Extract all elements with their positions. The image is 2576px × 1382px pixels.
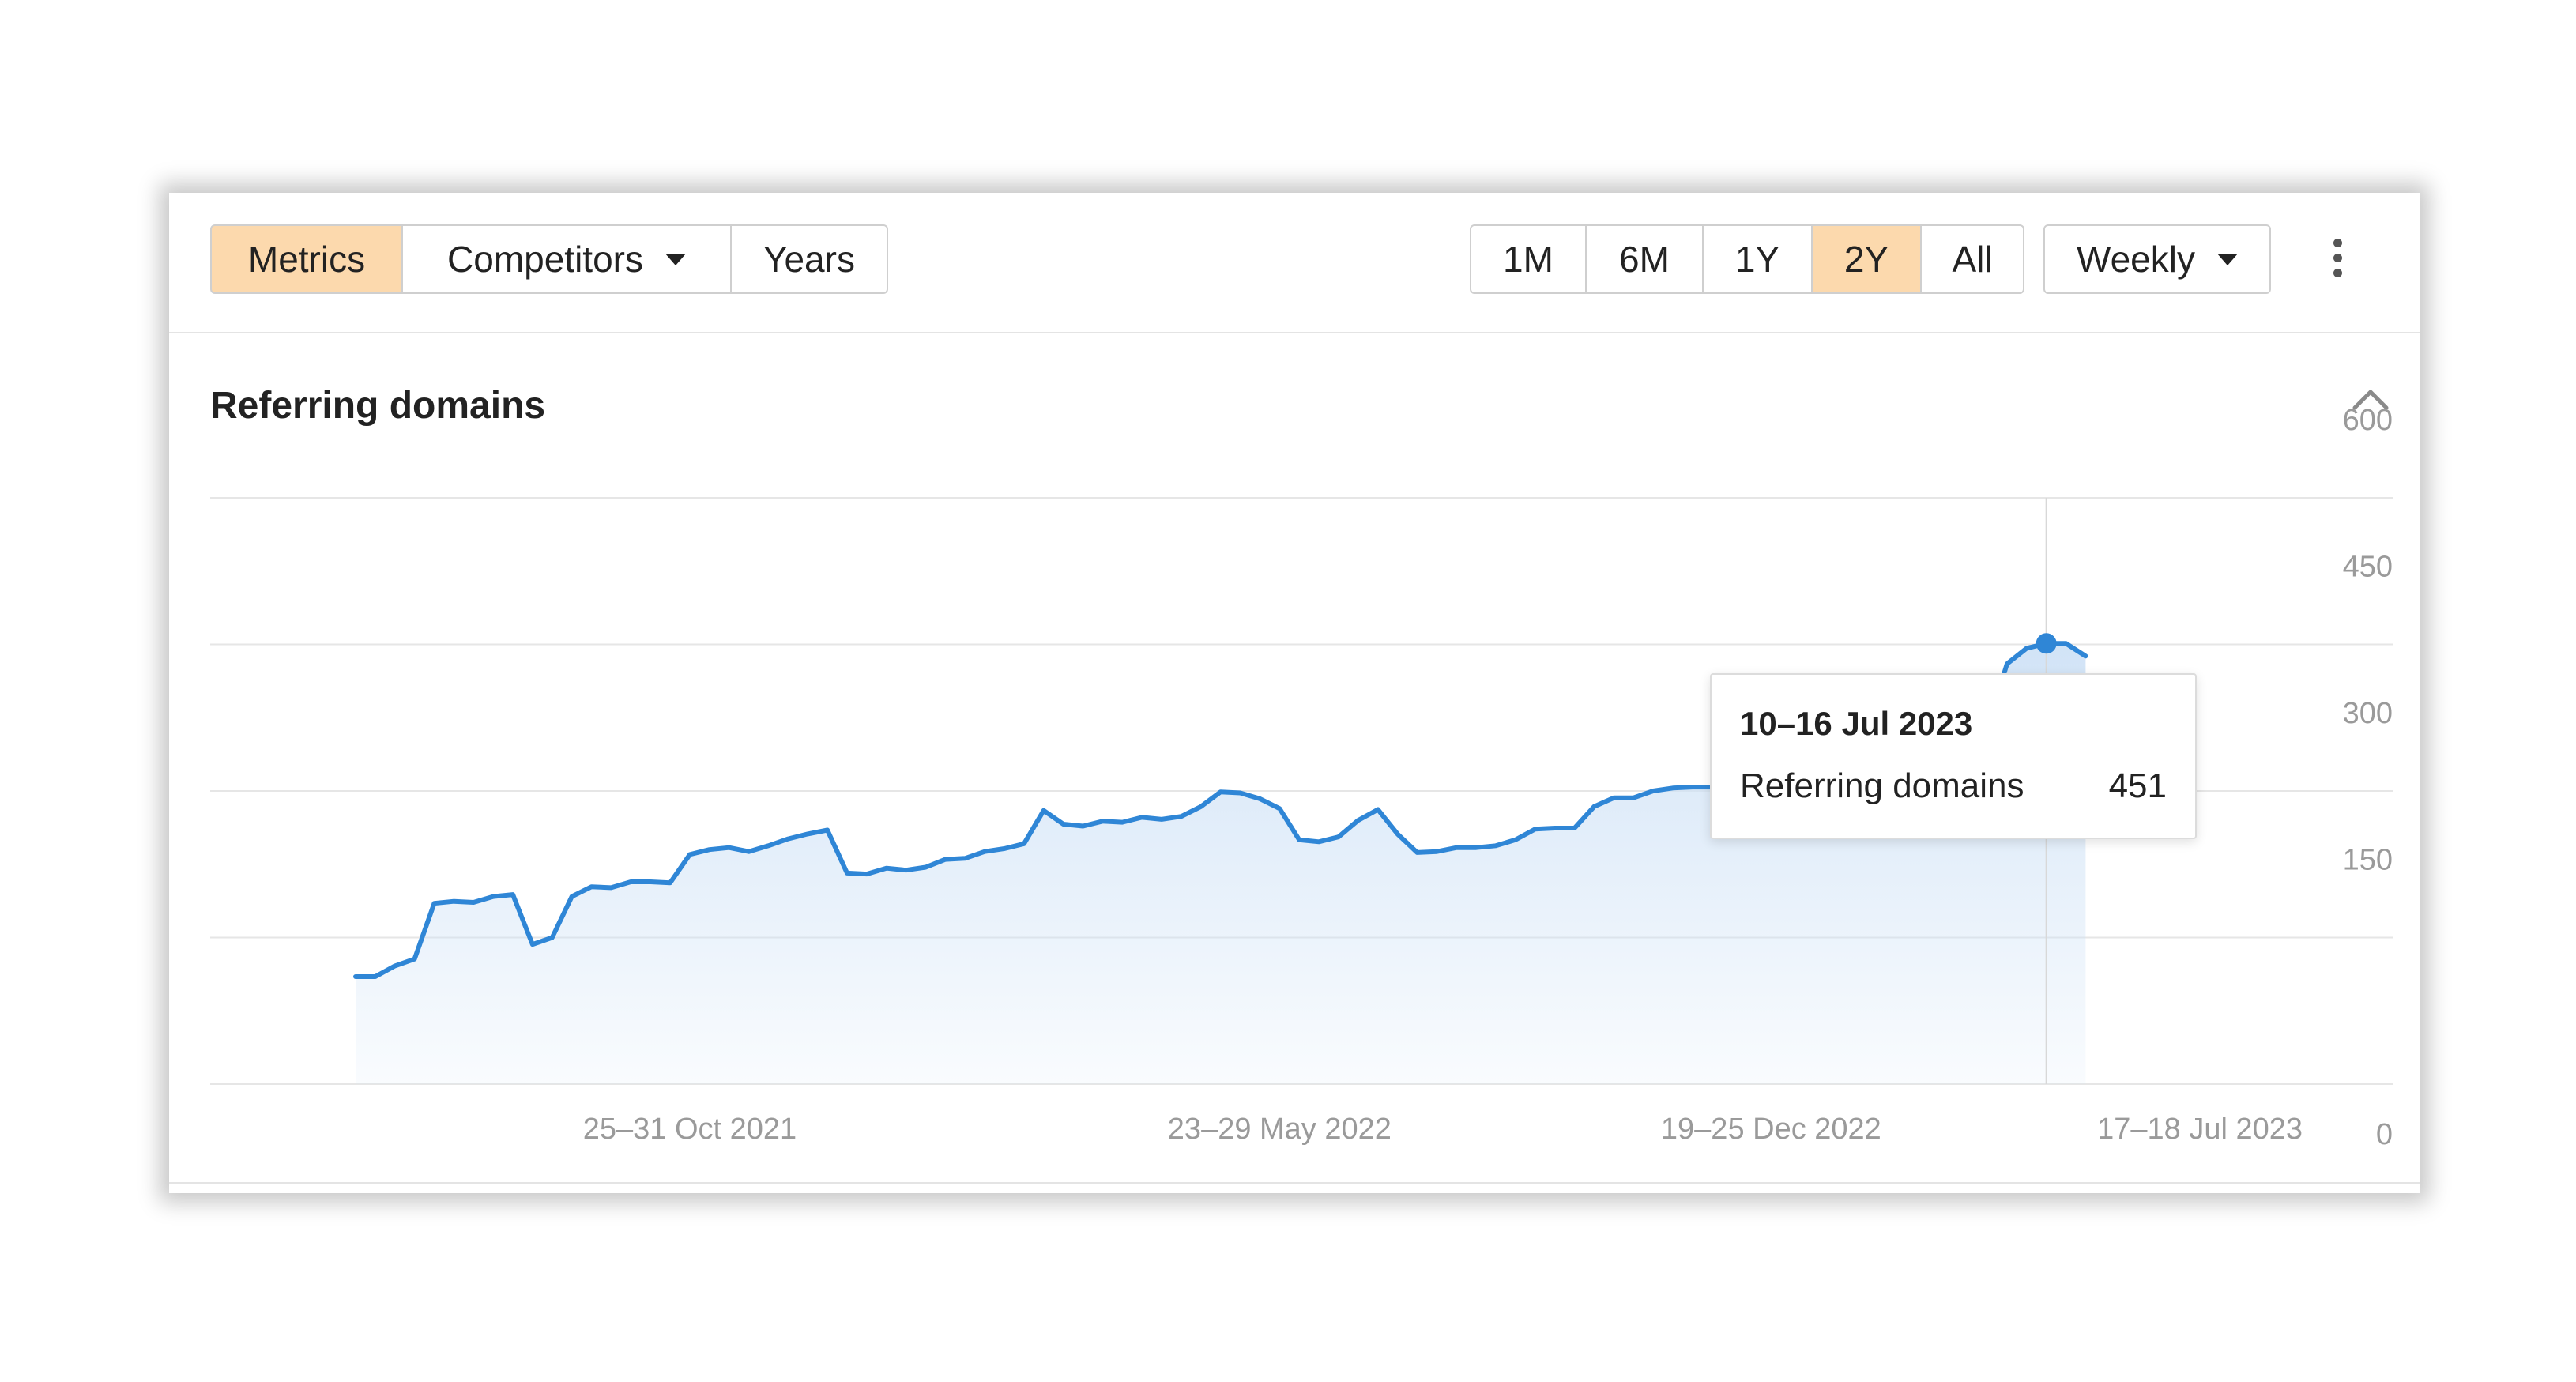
- referring-domains-card: Metrics Competitors Years 1M 6M 1Y 2Y Al…: [169, 193, 2420, 1193]
- x-tick-label: 19–25 Dec 2022: [1661, 1113, 1881, 1146]
- x-tick-label: 17–18 Jul 2023: [2097, 1113, 2303, 1146]
- x-tick-label: 23–29 May 2022: [1168, 1113, 1392, 1146]
- y-tick-label: 300: [2343, 697, 2393, 730]
- tooltip-date: 10–16 Jul 2023: [1740, 705, 1973, 742]
- tooltip-value: 451: [2108, 766, 2167, 805]
- tooltip-label: Referring domains: [1740, 766, 2024, 805]
- highlight-point: [2036, 633, 2057, 654]
- y-tick-label: 450: [2343, 551, 2393, 584]
- x-tick-label: 25–31 Oct 2021: [583, 1113, 797, 1146]
- chart-tooltip: 10–16 Jul 2023 Referring domains 451: [1710, 673, 2197, 839]
- y-tick-label: 600: [2343, 404, 2393, 437]
- card-bottom-divider: [169, 1182, 2420, 1184]
- y-tick-label: 150: [2343, 844, 2393, 877]
- y-tick-label: 0: [2376, 1118, 2393, 1151]
